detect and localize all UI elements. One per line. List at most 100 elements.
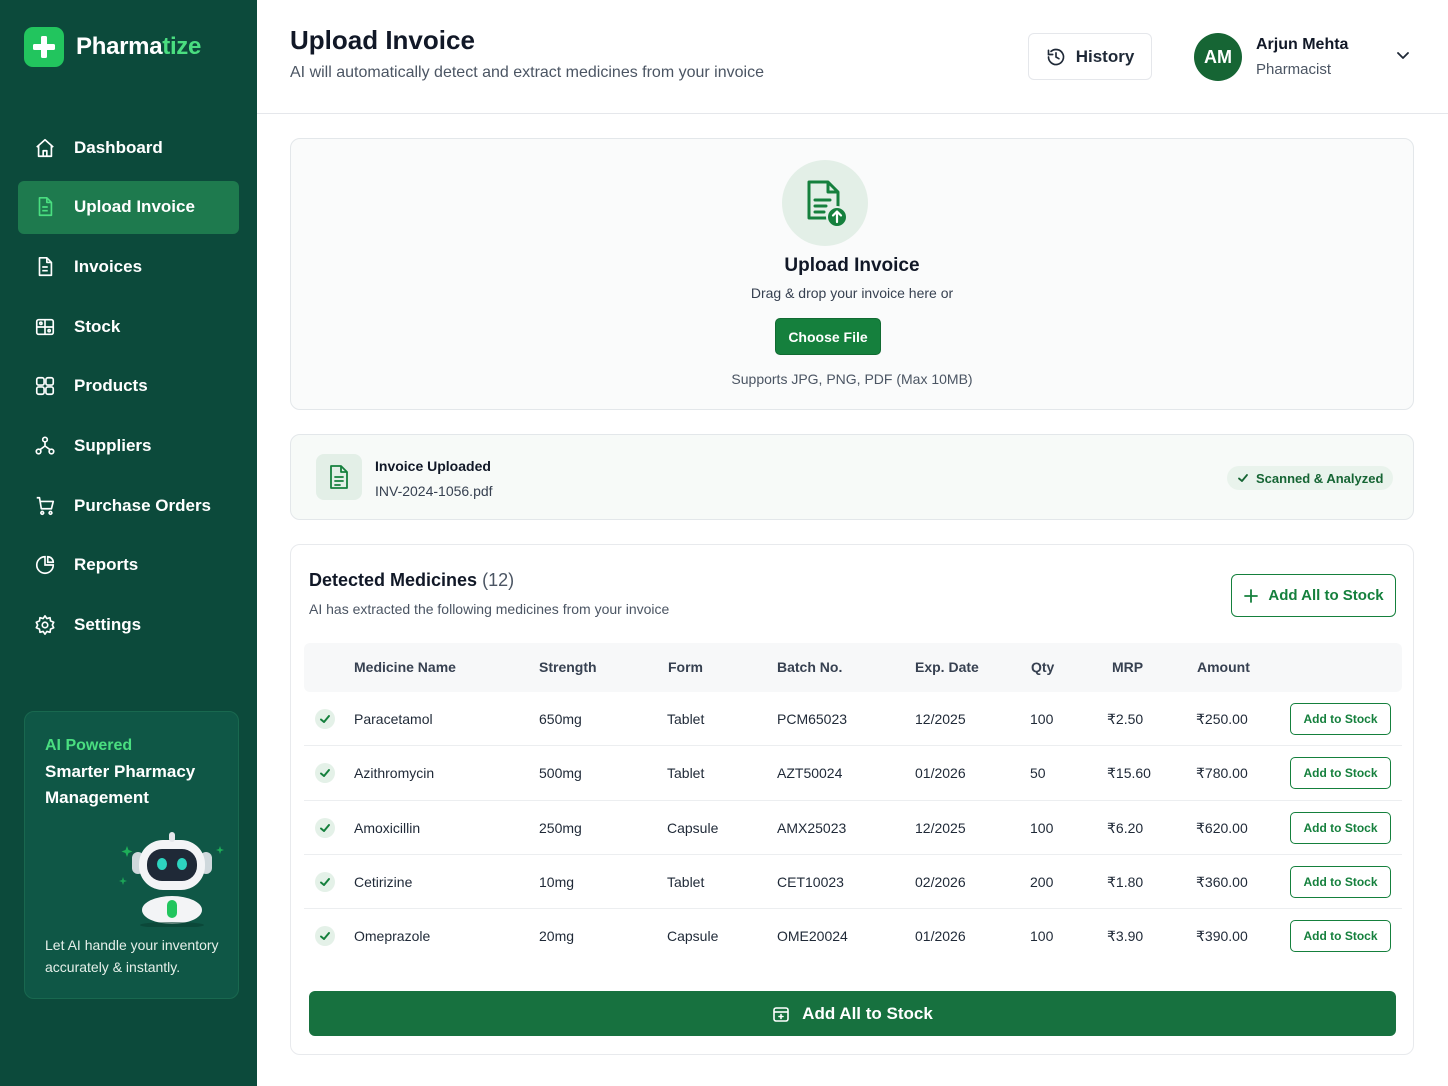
- add-to-stock-button[interactable]: Add to Stock: [1290, 920, 1391, 953]
- check-icon[interactable]: [315, 763, 335, 784]
- page-header: Upload Invoice AI will automatically det…: [257, 0, 1448, 114]
- batch-number: AZT50024: [777, 765, 843, 782]
- upload-dropzone[interactable]: Upload Invoice Drag & drop your invoice …: [290, 138, 1414, 410]
- add-to-stock-button[interactable]: Add to Stock: [1290, 757, 1391, 790]
- document-icon: [38, 256, 53, 276]
- upload-document-icon: [38, 197, 53, 217]
- home-icon: [36, 138, 54, 157]
- amount: ₹360.00: [1196, 873, 1248, 890]
- expiry-date: 01/2026: [915, 928, 966, 945]
- sidebar-item-settings[interactable]: Settings: [18, 599, 239, 652]
- sidebar-item-suppliers[interactable]: Suppliers: [18, 419, 239, 472]
- expiry-date: 12/2025: [915, 819, 966, 836]
- stock-icon: [35, 318, 55, 335]
- medicine-form: Capsule: [667, 928, 719, 945]
- section-title-text: Detected Medicines: [309, 570, 478, 590]
- sidebar-item-invoices[interactable]: Invoices: [18, 240, 239, 293]
- mrp: ₹6.20: [1107, 819, 1144, 836]
- uploaded-file-card: Invoice Uploaded INV-2024-1056.pdf Scann…: [290, 434, 1414, 520]
- sidebar: Pharmatize Dashboard Upload Invoice Invo…: [0, 0, 257, 1086]
- medicine-strength: 20mg: [539, 928, 575, 945]
- chevron-down-icon[interactable]: [1395, 47, 1411, 68]
- add-all-to-stock-primary-button[interactable]: Add All to Stock: [309, 991, 1396, 1036]
- upload-file-icon: [782, 160, 868, 246]
- status-badge-label: Scanned & Analyzed: [1256, 470, 1384, 486]
- sidebar-item-dashboard[interactable]: Dashboard: [18, 121, 239, 174]
- ai-tag: AI Powered: [45, 737, 133, 754]
- table-row: Azithromycin 500mg Tablet AZT50024 01/20…: [304, 746, 1402, 801]
- gear-icon: [35, 615, 55, 635]
- plus-icon: [1244, 588, 1259, 603]
- brand-logo[interactable]: Pharmatize: [24, 27, 201, 67]
- file-status-label: Invoice Uploaded: [375, 458, 491, 474]
- column-header: Qty: [1031, 659, 1055, 675]
- medicine-name: Paracetamol: [354, 711, 433, 727]
- sidebar-item-label: Suppliers: [74, 435, 152, 455]
- brand-name-primary: Pharma: [76, 33, 163, 60]
- add-to-stock-button[interactable]: Add to Stock: [1290, 703, 1391, 735]
- check-icon[interactable]: [315, 817, 335, 838]
- sidebar-item-label: Upload Invoice: [74, 197, 195, 217]
- batch-number: PCM65023: [777, 711, 848, 727]
- file-name: INV-2024-1056.pdf: [375, 483, 493, 499]
- batch-number: OME20024: [777, 928, 848, 945]
- page-subtitle: AI will automatically detect and extract…: [290, 64, 764, 81]
- sidebar-item-label: Stock: [74, 316, 121, 336]
- sidebar-item-reports[interactable]: Reports: [18, 539, 239, 592]
- sidebar-nav: Dashboard Upload Invoice Invoices Stock …: [18, 121, 239, 658]
- medicine-strength: 650mg: [539, 711, 582, 727]
- mrp: ₹2.50: [1107, 711, 1144, 727]
- amount: ₹390.00: [1196, 928, 1248, 945]
- table-row: Cetirizine 10mg Tablet CET10023 02/2026 …: [304, 855, 1402, 910]
- add-to-stock-button[interactable]: Add to Stock: [1290, 811, 1391, 844]
- sidebar-item-label: Reports: [74, 555, 139, 575]
- medicine-strength: 250mg: [539, 819, 582, 836]
- medicine-strength: 500mg: [539, 765, 582, 782]
- cart-icon: [36, 496, 55, 515]
- table-row: Paracetamol 650mg Tablet PCM65023 12/202…: [304, 692, 1402, 747]
- sidebar-item-label: Invoices: [74, 256, 143, 276]
- upload-note: Supports JPG, PNG, PDF (Max 10MB): [731, 371, 973, 387]
- detected-medicines-card: Detected Medicines (12) AI has extracted…: [290, 544, 1414, 1055]
- add-to-stock-button[interactable]: Add to Stock: [1290, 865, 1391, 898]
- status-badge: Scanned & Analyzed: [1227, 466, 1394, 490]
- suppliers-icon: [35, 436, 55, 455]
- sidebar-item-stock[interactable]: Stock: [18, 300, 239, 353]
- choose-file-button[interactable]: Choose File: [775, 318, 881, 355]
- expiry-date: 02/2026: [915, 873, 966, 890]
- user-role: Pharmacist: [1256, 61, 1332, 78]
- medicine-name: Omeprazole: [354, 928, 431, 945]
- add-all-to-stock-button[interactable]: Add All to Stock: [1231, 574, 1396, 617]
- medicine-form: Capsule: [667, 819, 719, 836]
- check-icon[interactable]: [315, 871, 335, 892]
- column-header: Amount: [1197, 659, 1250, 675]
- upload-description: Drag & drop your invoice here or: [750, 285, 954, 301]
- sidebar-item-label: Settings: [74, 615, 142, 634]
- sidebar-item-upload-invoice[interactable]: Upload Invoice: [18, 180, 239, 234]
- column-header: Batch No.: [777, 659, 843, 675]
- medicine-name: Cetirizine: [354, 873, 413, 890]
- mrp: ₹3.90: [1107, 928, 1144, 945]
- quantity: 50: [1030, 765, 1046, 782]
- check-icon[interactable]: [315, 926, 335, 947]
- history-button[interactable]: History: [1028, 33, 1152, 80]
- table-header: Medicine Name Strength Form Batch No. Ex…: [304, 643, 1402, 692]
- user-name: Arjun Mehta: [1256, 36, 1349, 53]
- ai-promo-card: AI Powered Smarter Pharmacy Management L…: [24, 711, 239, 999]
- brand-name-accent: tize: [162, 33, 202, 60]
- sidebar-item-products[interactable]: Products: [18, 360, 239, 413]
- mrp: ₹1.80: [1107, 873, 1144, 890]
- mrp: ₹15.60: [1107, 765, 1151, 782]
- medicine-form: Tablet: [667, 711, 705, 727]
- avatar[interactable]: AM: [1194, 33, 1242, 81]
- check-icon[interactable]: [315, 709, 335, 729]
- history-label: History: [1075, 46, 1135, 66]
- history-icon: [1047, 48, 1064, 65]
- ai-description: Let AI handle your inventory accurately …: [45, 937, 219, 975]
- batch-number: AMX25023: [777, 819, 847, 836]
- medicine-name: Azithromycin: [354, 765, 435, 782]
- sidebar-item-label: Products: [74, 376, 148, 396]
- section-title: Detected Medicines (12): [309, 570, 514, 591]
- quantity: 200: [1030, 873, 1054, 890]
- sidebar-item-purchase-orders[interactable]: Purchase Orders: [18, 479, 239, 532]
